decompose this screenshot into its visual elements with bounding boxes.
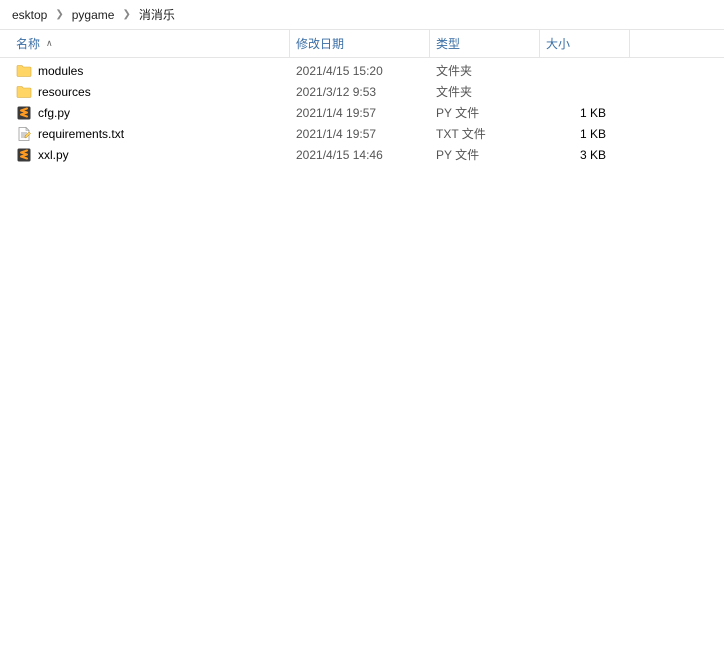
file-type: 文件夹 (430, 83, 540, 100)
column-header-date[interactable]: 修改日期 (290, 30, 430, 57)
column-header-row: 名称 ∧ 修改日期 类型 大小 (0, 30, 724, 58)
column-header-type-label: 类型 (436, 35, 460, 52)
file-list: 名称 ∧ 修改日期 类型 大小 modules 2021/4/15 15:20 … (0, 30, 724, 165)
file-row[interactable]: requirements.txt 2021/1/4 19:57 TXT 文件 1… (0, 123, 724, 144)
file-name: xxl.py (38, 148, 69, 162)
files-area: modules 2021/4/15 15:20 文件夹 resources 20… (0, 58, 724, 165)
file-type: TXT 文件 (430, 125, 540, 142)
breadcrumb-item-2[interactable]: 消消乐 (133, 2, 181, 27)
file-date: 2021/3/12 9:53 (290, 85, 430, 99)
column-header-name[interactable]: 名称 ∧ (10, 30, 290, 57)
file-size: 1 KB (540, 127, 630, 141)
column-header-name-label: 名称 (16, 35, 40, 52)
file-type: 文件夹 (430, 62, 540, 79)
folder-icon (16, 84, 32, 100)
file-name: requirements.txt (38, 127, 124, 141)
breadcrumb: esktop ❯ pygame ❯ 消消乐 (0, 0, 724, 30)
file-row[interactable]: modules 2021/4/15 15:20 文件夹 (0, 60, 724, 81)
file-size: 1 KB (540, 106, 630, 120)
file-size: 3 KB (540, 148, 630, 162)
file-name: cfg.py (38, 106, 70, 120)
folder-icon (16, 63, 32, 79)
file-date: 2021/4/15 14:46 (290, 148, 430, 162)
file-type: PY 文件 (430, 146, 540, 163)
file-row[interactable]: cfg.py 2021/1/4 19:57 PY 文件 1 KB (0, 102, 724, 123)
sublime-file-icon (16, 147, 32, 163)
file-date: 2021/4/15 15:20 (290, 64, 430, 78)
chevron-right-icon: ❯ (53, 9, 65, 20)
breadcrumb-item-0[interactable]: esktop (6, 4, 53, 26)
breadcrumb-item-1[interactable]: pygame (66, 4, 121, 26)
file-name: modules (38, 64, 83, 78)
sort-asc-icon: ∧ (46, 38, 53, 49)
file-type: PY 文件 (430, 104, 540, 121)
sublime-file-icon (16, 105, 32, 121)
column-header-date-label: 修改日期 (296, 35, 344, 52)
file-date: 2021/1/4 19:57 (290, 127, 430, 141)
file-date: 2021/1/4 19:57 (290, 106, 430, 120)
file-name: resources (38, 85, 91, 99)
column-header-size[interactable]: 大小 (540, 30, 630, 57)
txt-file-icon (16, 126, 32, 142)
column-header-size-label: 大小 (546, 35, 570, 52)
column-header-type[interactable]: 类型 (430, 30, 540, 57)
file-row[interactable]: xxl.py 2021/4/15 14:46 PY 文件 3 KB (0, 144, 724, 165)
file-row[interactable]: resources 2021/3/12 9:53 文件夹 (0, 81, 724, 102)
chevron-right-icon: ❯ (120, 9, 132, 20)
